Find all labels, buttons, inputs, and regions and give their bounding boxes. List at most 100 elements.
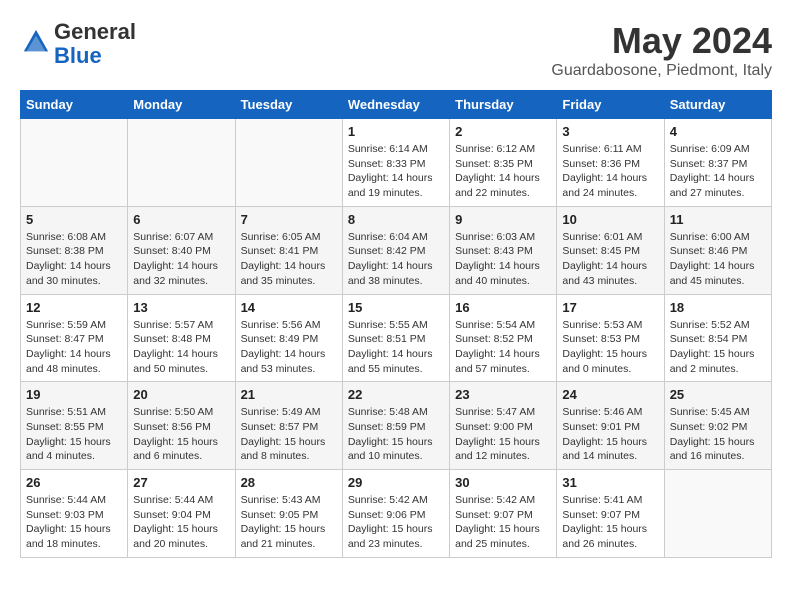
day-number: 18 [670, 300, 766, 315]
day-info: Sunrise: 5:53 AM Sunset: 8:53 PM Dayligh… [562, 318, 658, 377]
day-info: Sunrise: 6:00 AM Sunset: 8:46 PM Dayligh… [670, 230, 766, 289]
calendar-cell: 11 Sunrise: 6:00 AM Sunset: 8:46 PM Dayli… [664, 206, 771, 294]
calendar-header-thursday: Thursday [450, 91, 557, 119]
day-number: 24 [562, 387, 658, 402]
day-number: 14 [241, 300, 337, 315]
day-info: Sunrise: 6:08 AM Sunset: 8:38 PM Dayligh… [26, 230, 122, 289]
calendar-cell: 23 Sunrise: 5:47 AM Sunset: 9:00 PM Dayli… [450, 382, 557, 470]
calendar-cell: 14 Sunrise: 5:56 AM Sunset: 8:49 PM Dayli… [235, 294, 342, 382]
day-number: 13 [133, 300, 229, 315]
day-number: 29 [348, 475, 444, 490]
calendar-cell: 2 Sunrise: 6:12 AM Sunset: 8:35 PM Daylig… [450, 119, 557, 207]
day-info: Sunrise: 5:41 AM Sunset: 9:07 PM Dayligh… [562, 493, 658, 552]
day-info: Sunrise: 6:05 AM Sunset: 8:41 PM Dayligh… [241, 230, 337, 289]
day-info: Sunrise: 6:07 AM Sunset: 8:40 PM Dayligh… [133, 230, 229, 289]
day-info: Sunrise: 6:12 AM Sunset: 8:35 PM Dayligh… [455, 142, 551, 201]
calendar-header-monday: Monday [128, 91, 235, 119]
day-info: Sunrise: 5:55 AM Sunset: 8:51 PM Dayligh… [348, 318, 444, 377]
calendar-week-4: 19 Sunrise: 5:51 AM Sunset: 8:55 PM Dayli… [21, 382, 772, 470]
day-info: Sunrise: 6:01 AM Sunset: 8:45 PM Dayligh… [562, 230, 658, 289]
calendar-cell: 8Sunrise: 6:04 AM Sunset: 8:42 PM Daylig… [342, 206, 449, 294]
calendar-cell: 6Sunrise: 6:07 AM Sunset: 8:40 PM Daylig… [128, 206, 235, 294]
day-number: 19 [26, 387, 122, 402]
calendar-header-tuesday: Tuesday [235, 91, 342, 119]
day-number: 4 [670, 124, 766, 139]
page-header: General Blue May 2024 Guardabosone, Pied… [20, 20, 772, 80]
logo-blue-text: Blue [54, 43, 102, 68]
calendar-cell: 19 Sunrise: 5:51 AM Sunset: 8:55 PM Dayli… [21, 382, 128, 470]
day-number: 15 [348, 300, 444, 315]
calendar-cell: 18 Sunrise: 5:52 AM Sunset: 8:54 PM Dayli… [664, 294, 771, 382]
location-text: Guardabosone, Piedmont, Italy [551, 62, 772, 80]
day-number: 26 [26, 475, 122, 490]
calendar-cell: 20 Sunrise: 5:50 AM Sunset: 8:56 PM Dayli… [128, 382, 235, 470]
calendar-cell [235, 119, 342, 207]
day-number: 9 [455, 212, 551, 227]
calendar-cell: 24 Sunrise: 5:46 AM Sunset: 9:01 PM Dayli… [557, 382, 664, 470]
day-info: Sunrise: 5:59 AM Sunset: 8:47 PM Dayligh… [26, 318, 122, 377]
calendar-header-sunday: Sunday [21, 91, 128, 119]
day-number: 20 [133, 387, 229, 402]
day-number: 5 [26, 212, 122, 227]
calendar-header-wednesday: Wednesday [342, 91, 449, 119]
day-number: 31 [562, 475, 658, 490]
day-info: Sunrise: 6:04 AM Sunset: 8:42 PM Dayligh… [348, 230, 444, 289]
calendar-cell: 30Sunrise: 5:42 AM Sunset: 9:07 PM Dayli… [450, 470, 557, 558]
day-info: Sunrise: 5:47 AM Sunset: 9:00 PM Dayligh… [455, 405, 551, 464]
day-info: Sunrise: 5:44 AM Sunset: 9:03 PM Dayligh… [26, 493, 122, 552]
day-info: Sunrise: 5:57 AM Sunset: 8:48 PM Dayligh… [133, 318, 229, 377]
day-number: 11 [670, 212, 766, 227]
calendar-cell [21, 119, 128, 207]
calendar-week-2: 5 Sunrise: 6:08 AM Sunset: 8:38 PM Daylig… [21, 206, 772, 294]
day-info: Sunrise: 5:44 AM Sunset: 9:04 PM Dayligh… [133, 493, 229, 552]
day-info: Sunrise: 5:48 AM Sunset: 8:59 PM Dayligh… [348, 405, 444, 464]
calendar-cell: 3Sunrise: 6:11 AM Sunset: 8:36 PM Daylig… [557, 119, 664, 207]
calendar-week-1: 1 Sunrise: 6:14 AM Sunset: 8:33 PM Daylig… [21, 119, 772, 207]
calendar-cell: 31 Sunrise: 5:41 AM Sunset: 9:07 PM Dayli… [557, 470, 664, 558]
day-info: Sunrise: 5:56 AM Sunset: 8:49 PM Dayligh… [241, 318, 337, 377]
month-title: May 2024 [551, 20, 772, 62]
day-info: Sunrise: 5:42 AM Sunset: 9:06 PM Dayligh… [348, 493, 444, 552]
day-info: Sunrise: 5:50 AM Sunset: 8:56 PM Dayligh… [133, 405, 229, 464]
calendar-cell: 13 Sunrise: 5:57 AM Sunset: 8:48 PM Dayli… [128, 294, 235, 382]
day-number: 16 [455, 300, 551, 315]
day-info: Sunrise: 5:46 AM Sunset: 9:01 PM Dayligh… [562, 405, 658, 464]
day-info: Sunrise: 5:49 AM Sunset: 8:57 PM Dayligh… [241, 405, 337, 464]
logo-icon [22, 28, 50, 56]
day-number: 28 [241, 475, 337, 490]
calendar-cell: 26 Sunrise: 5:44 AM Sunset: 9:03 PM Dayli… [21, 470, 128, 558]
day-number: 7 [241, 212, 337, 227]
calendar-header-row: SundayMondayTuesdayWednesdayThursdayFrid… [21, 91, 772, 119]
logo: General Blue [20, 20, 136, 68]
calendar-week-3: 12 Sunrise: 5:59 AM Sunset: 8:47 PM Dayli… [21, 294, 772, 382]
day-info: Sunrise: 5:51 AM Sunset: 8:55 PM Dayligh… [26, 405, 122, 464]
calendar-cell: 27Sunrise: 5:44 AM Sunset: 9:04 PM Dayli… [128, 470, 235, 558]
day-info: Sunrise: 5:54 AM Sunset: 8:52 PM Dayligh… [455, 318, 551, 377]
calendar-cell: 17 Sunrise: 5:53 AM Sunset: 8:53 PM Dayli… [557, 294, 664, 382]
day-number: 2 [455, 124, 551, 139]
calendar-header-saturday: Saturday [664, 91, 771, 119]
day-info: Sunrise: 6:14 AM Sunset: 8:33 PM Dayligh… [348, 142, 444, 201]
title-area: May 2024 Guardabosone, Piedmont, Italy [551, 20, 772, 80]
calendar-cell: 7 Sunrise: 6:05 AM Sunset: 8:41 PM Daylig… [235, 206, 342, 294]
calendar-cell: 4 Sunrise: 6:09 AM Sunset: 8:37 PM Daylig… [664, 119, 771, 207]
calendar-cell [664, 470, 771, 558]
day-number: 1 [348, 124, 444, 139]
calendar-cell: 16 Sunrise: 5:54 AM Sunset: 8:52 PM Dayli… [450, 294, 557, 382]
day-info: Sunrise: 5:52 AM Sunset: 8:54 PM Dayligh… [670, 318, 766, 377]
calendar-cell: 9 Sunrise: 6:03 AM Sunset: 8:43 PM Daylig… [450, 206, 557, 294]
calendar-cell: 5 Sunrise: 6:08 AM Sunset: 8:38 PM Daylig… [21, 206, 128, 294]
day-info: Sunrise: 6:09 AM Sunset: 8:37 PM Dayligh… [670, 142, 766, 201]
calendar-cell: 22Sunrise: 5:48 AM Sunset: 8:59 PM Dayli… [342, 382, 449, 470]
calendar-cell: 29 Sunrise: 5:42 AM Sunset: 9:06 PM Dayli… [342, 470, 449, 558]
day-info: Sunrise: 5:45 AM Sunset: 9:02 PM Dayligh… [670, 405, 766, 464]
calendar-cell: 28Sunrise: 5:43 AM Sunset: 9:05 PM Dayli… [235, 470, 342, 558]
day-number: 17 [562, 300, 658, 315]
calendar-cell [128, 119, 235, 207]
day-number: 12 [26, 300, 122, 315]
day-number: 23 [455, 387, 551, 402]
day-number: 25 [670, 387, 766, 402]
day-info: Sunrise: 6:03 AM Sunset: 8:43 PM Dayligh… [455, 230, 551, 289]
calendar-cell: 10Sunrise: 6:01 AM Sunset: 8:45 PM Dayli… [557, 206, 664, 294]
day-number: 3 [562, 124, 658, 139]
